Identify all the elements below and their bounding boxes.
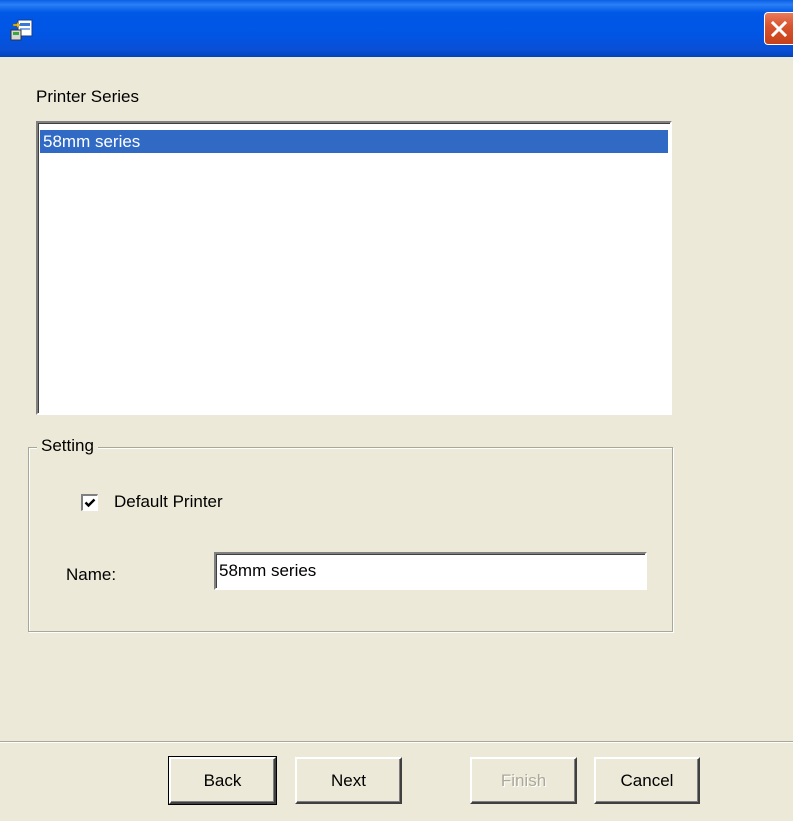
back-button[interactable]: Back	[168, 756, 277, 805]
printer-series-list[interactable]: 58mm series	[36, 121, 672, 415]
name-input[interactable]	[214, 552, 647, 590]
checkmark-icon	[84, 498, 96, 508]
close-button[interactable]	[764, 12, 793, 45]
cancel-button[interactable]: Cancel	[594, 757, 700, 804]
printer-series-label: Printer Series	[36, 87, 139, 106]
setup-wizard-icon	[10, 18, 34, 42]
next-button[interactable]: Next	[295, 757, 402, 804]
default-printer-label[interactable]: Default Printer	[114, 492, 223, 512]
close-icon	[770, 20, 788, 38]
default-printer-checkbox[interactable]	[81, 494, 98, 511]
setting-group: Setting Default Printer Name:	[28, 436, 673, 632]
finish-button[interactable]: Finish	[470, 757, 577, 804]
list-item-58mm-series[interactable]: 58mm series	[40, 130, 668, 153]
name-label: Name:	[66, 565, 117, 584]
installer-window: Printer Series 58mm series Setting Defau…	[0, 0, 793, 821]
button-separator	[0, 741, 793, 743]
title-bar[interactable]	[0, 0, 793, 57]
setting-group-title: Setting	[37, 436, 98, 456]
